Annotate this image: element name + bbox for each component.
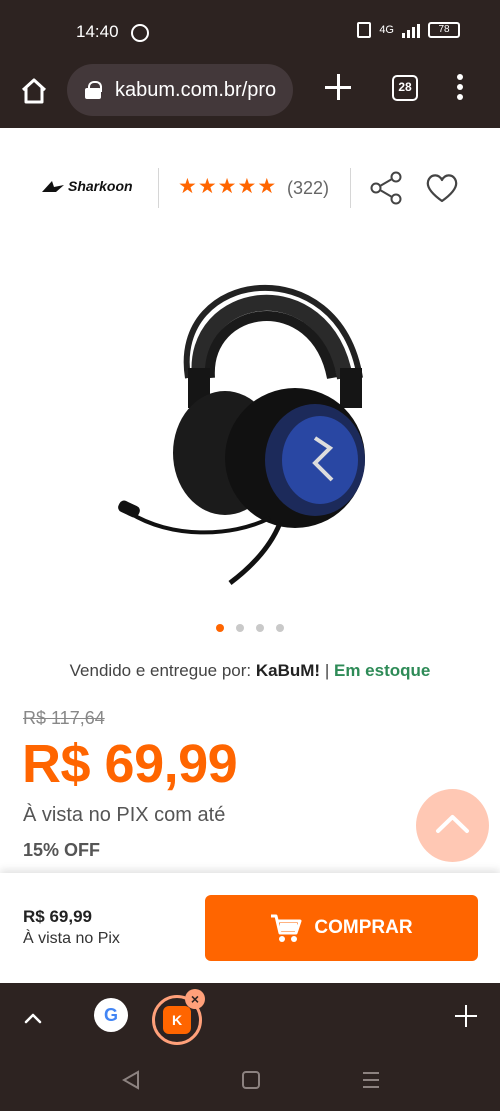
- close-tab-icon[interactable]: ×: [185, 989, 205, 1009]
- scroll-to-top-button[interactable]: [416, 789, 489, 862]
- seller-separator: |: [324, 661, 330, 680]
- image-carousel-dots[interactable]: [216, 624, 284, 632]
- divider: [350, 168, 351, 208]
- kabum-icon: K: [163, 1006, 191, 1034]
- tab-strip: G K ×: [0, 983, 500, 1050]
- lock-icon: [85, 81, 102, 99]
- add-tab-icon[interactable]: [455, 1005, 477, 1027]
- shark-icon: [42, 181, 64, 192]
- status-time: 14:40: [76, 22, 119, 41]
- star-icon: ★: [257, 175, 277, 198]
- recents-icon[interactable]: [362, 1070, 380, 1090]
- browser-toolbar: kabum.com.br/pro 28: [0, 64, 500, 128]
- signal-icon: [402, 22, 420, 38]
- product-header: Sharkoon ★ ★ ★ ★ ★ (322): [0, 128, 500, 248]
- carousel-dot[interactable]: [256, 624, 264, 632]
- back-icon[interactable]: [122, 1070, 140, 1090]
- star-icon: ★: [217, 175, 237, 198]
- star-icon: ★: [197, 175, 217, 198]
- buy-bar: R$ 69,99 À vista no Pix COMPRAR: [0, 873, 500, 983]
- cart-icon: [271, 914, 302, 942]
- brand-name: Sharkoon: [68, 178, 133, 194]
- divider: [158, 168, 159, 208]
- rating-stars[interactable]: ★ ★ ★ ★ ★: [178, 176, 276, 198]
- star-icon: ★: [237, 175, 257, 198]
- carousel-dot[interactable]: [276, 624, 284, 632]
- pix-price: R$ 69,99: [22, 734, 238, 794]
- url-bar[interactable]: kabum.com.br/pro: [67, 64, 293, 116]
- new-tab-icon[interactable]: [325, 74, 351, 100]
- status-indicators: 4G 78: [357, 22, 460, 38]
- buy-bar-subtitle: À vista no Pix: [23, 930, 120, 947]
- brand-logo[interactable]: Sharkoon: [42, 178, 133, 194]
- old-price: R$ 117,64: [23, 708, 105, 728]
- seller-info: Vendido e entregue por: KaBuM! | Em esto…: [0, 661, 500, 681]
- tab-switcher-button[interactable]: 28: [392, 75, 418, 101]
- pix-payment-text: À vista no PIX com até: [23, 804, 226, 826]
- system-navigation-bar: [0, 1050, 500, 1111]
- carousel-dot[interactable]: [216, 624, 224, 632]
- chevron-up-icon[interactable]: [22, 1007, 44, 1029]
- more-menu-icon[interactable]: [456, 74, 464, 102]
- heart-icon[interactable]: [424, 170, 460, 206]
- url-text: kabum.com.br/pro: [115, 78, 277, 101]
- home-nav-icon[interactable]: [242, 1071, 260, 1089]
- home-icon[interactable]: [20, 77, 48, 105]
- buy-button[interactable]: COMPRAR: [205, 895, 478, 961]
- chevron-up-icon: [436, 815, 469, 833]
- buy-button-label: COMPRAR: [314, 917, 413, 938]
- share-icon[interactable]: [368, 170, 404, 206]
- network-type: 4G: [379, 24, 394, 36]
- vibrate-icon: [357, 22, 372, 38]
- review-count[interactable]: (322): [287, 178, 329, 199]
- status-bar: 14:40 4G 78: [0, 0, 500, 64]
- seller-prefix: Vendido e entregue por:: [69, 661, 252, 680]
- battery-icon: 78: [428, 22, 460, 38]
- carousel-dot[interactable]: [236, 624, 244, 632]
- tab-google[interactable]: G: [94, 998, 128, 1032]
- seller-name[interactable]: KaBuM!: [256, 661, 320, 680]
- google-icon: G: [103, 1005, 118, 1025]
- whatsapp-notification-icon: [131, 24, 149, 42]
- discount-badge: 15% OFF: [23, 840, 101, 860]
- star-icon: ★: [178, 175, 197, 198]
- stock-status: Em estoque: [333, 661, 431, 680]
- buy-bar-price: R$ 69,99: [23, 907, 92, 926]
- product-image-headset[interactable]: [110, 248, 390, 588]
